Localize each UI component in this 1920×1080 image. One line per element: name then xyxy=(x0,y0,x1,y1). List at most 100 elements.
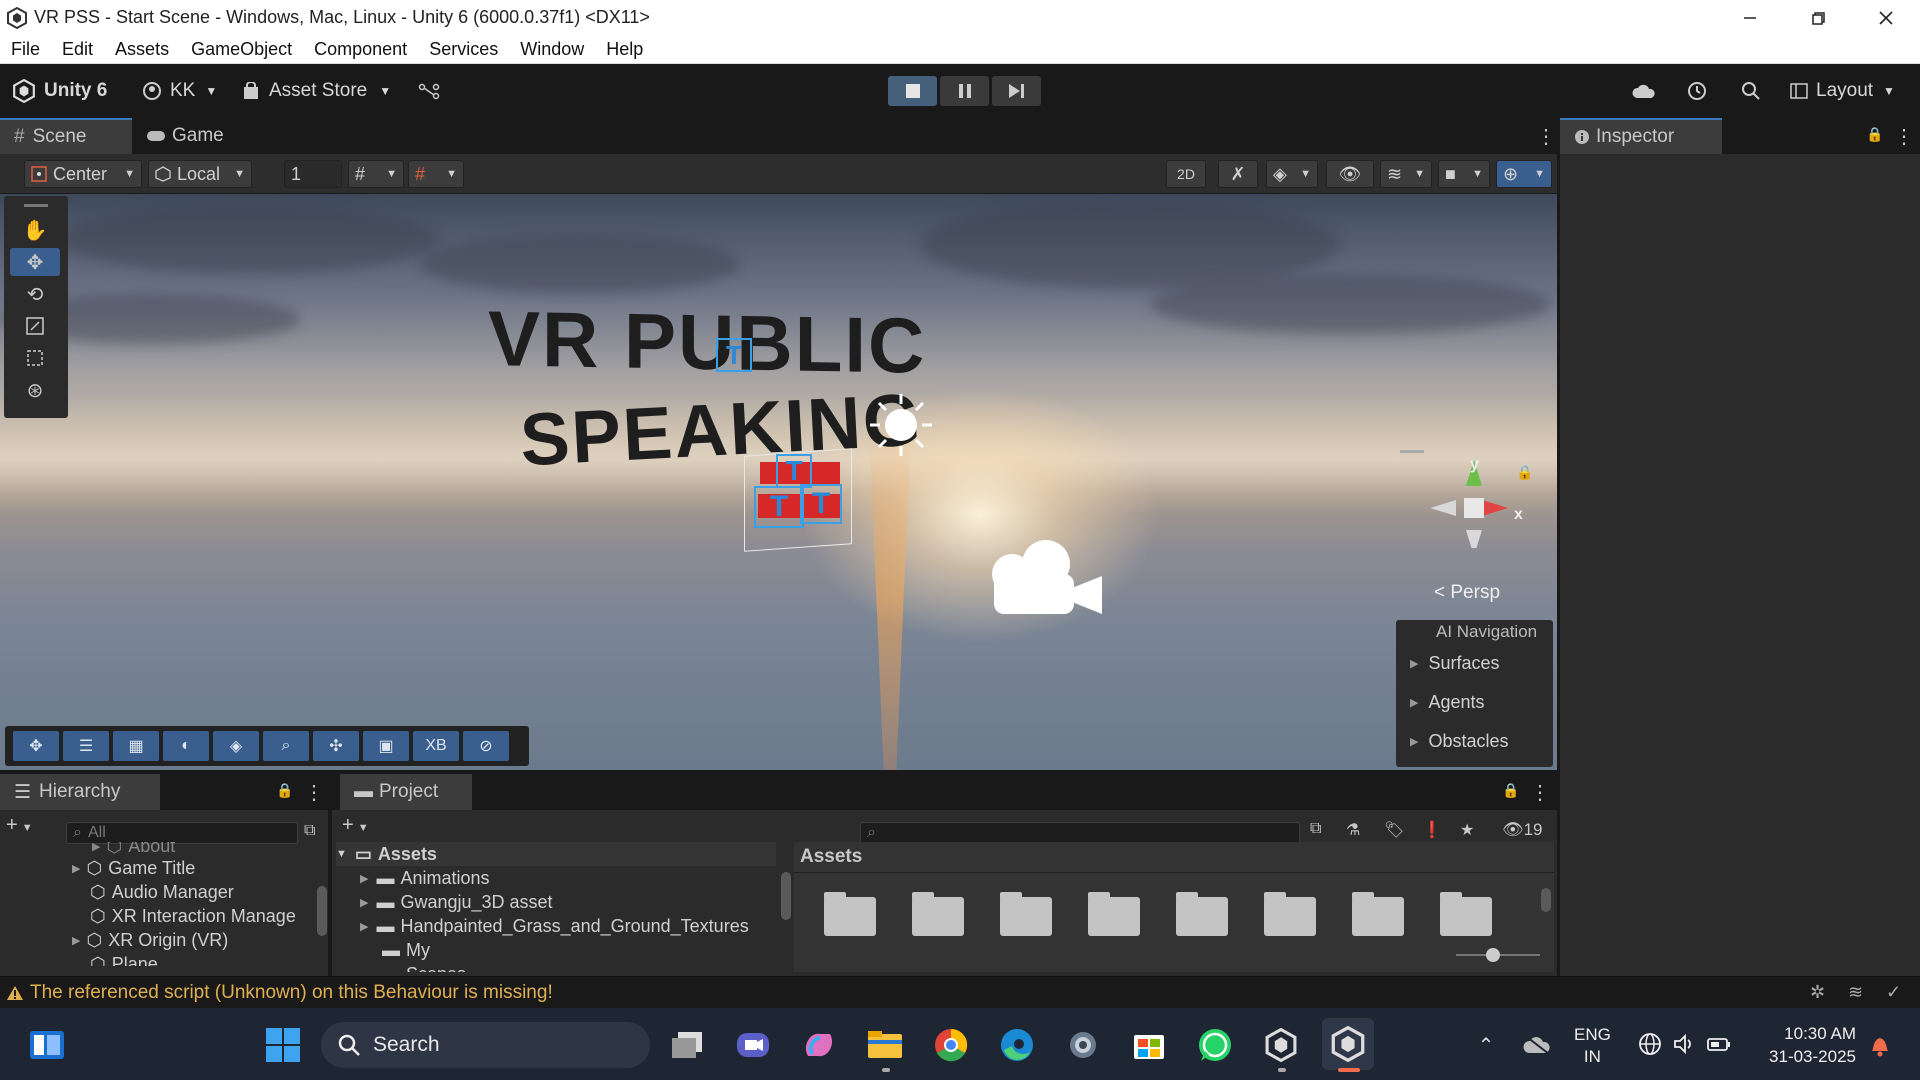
pivot-mode-dropdown[interactable]: Center ▼ xyxy=(24,160,142,188)
tab-inspector[interactable]: Inspector xyxy=(1560,118,1722,154)
overlay-camera-button[interactable]: ▣ xyxy=(363,731,409,761)
hierarchy-row-xr-origin[interactable]: ▶ ⬡ XR Origin (VR) xyxy=(72,928,228,952)
tree-row-assets[interactable]: ▼ ▭ Assets xyxy=(336,842,776,866)
kebab-menu-icon[interactable]: ⋮ xyxy=(304,780,324,805)
log-types-icon[interactable]: ❗ xyxy=(1422,820,1442,840)
cloud-button[interactable] xyxy=(1632,77,1656,105)
icon-size-slider[interactable] xyxy=(1456,948,1540,962)
scene-viewport[interactable]: VR PUBLIC SPEAKING T T T T y x 🔒 < Persp… xyxy=(0,194,1557,770)
rotate-tool-button[interactable]: ⟲ xyxy=(10,280,60,308)
2d-toggle[interactable]: 2D xyxy=(1166,160,1206,188)
favorite-star-icon[interactable]: ★ xyxy=(1460,820,1474,840)
hierarchy-row-xr-interaction-manager[interactable]: ⬡ XR Interaction Manage xyxy=(90,904,296,928)
pivot-rotation-dropdown[interactable]: Local ▼ xyxy=(148,160,252,188)
text-gizmo-icon[interactable]: T xyxy=(800,484,842,524)
filter-type-icon[interactable]: ⚗ xyxy=(1346,820,1360,840)
asset-folder-icon[interactable] xyxy=(1000,892,1052,936)
pause-button[interactable] xyxy=(940,76,989,106)
tab-hierarchy[interactable]: ☰ Hierarchy xyxy=(0,774,160,810)
scrollbar-thumb[interactable] xyxy=(781,872,791,920)
text-gizmo-icon[interactable]: T xyxy=(776,454,812,488)
scene-visibility-icon[interactable]: ⧉ xyxy=(304,822,315,840)
hidden-packages-toggle[interactable]: 👁19 xyxy=(1502,820,1543,840)
perspective-toggle[interactable]: < Persp xyxy=(1434,582,1500,604)
clock[interactable]: 10:30 AM 31-03-2025 xyxy=(1760,1022,1856,1068)
asset-folder-icon[interactable] xyxy=(912,892,964,936)
overlay-snap-button[interactable]: ✣ xyxy=(313,731,359,761)
overlay-xb-button[interactable]: XB xyxy=(413,731,459,761)
check-circle-icon[interactable]: ✓ xyxy=(1886,982,1901,1003)
hand-tool-button[interactable]: ✋ xyxy=(10,216,60,244)
overlay-drag-handle[interactable] xyxy=(24,204,48,207)
minimize-button[interactable] xyxy=(1716,0,1784,35)
overlay-grid-button[interactable]: ▦ xyxy=(113,731,159,761)
menu-edit[interactable]: Edit xyxy=(51,39,104,60)
version-control-button[interactable] xyxy=(418,77,440,105)
scene-title-line1[interactable]: VR PUBLIC xyxy=(488,293,926,392)
taskbar-app-edge[interactable] xyxy=(994,1022,1040,1068)
notifications-button[interactable] xyxy=(1860,1022,1900,1068)
tab-game[interactable]: Game xyxy=(132,118,238,154)
asset-folder-icon[interactable] xyxy=(1440,892,1492,936)
grid-scrollbar[interactable] xyxy=(1540,878,1552,942)
tree-row-my[interactable]: ▬ My xyxy=(382,938,430,962)
camera-settings-dropdown[interactable]: ■ ▼ xyxy=(1438,160,1490,188)
filter-label-icon[interactable]: 🏷 xyxy=(1384,820,1404,840)
overlay-sliders-button[interactable]: ☰ xyxy=(63,731,109,761)
asset-folder-icon[interactable] xyxy=(1264,892,1316,936)
create-asset-dropdown[interactable]: + ▼ xyxy=(342,814,369,837)
ai-nav-item-surfaces[interactable]: ▶ Surfaces xyxy=(1396,644,1553,683)
maximize-button[interactable] xyxy=(1784,0,1852,35)
lighting-toggle[interactable]: ✗ xyxy=(1218,160,1258,188)
taskbar-app-chrome[interactable] xyxy=(928,1022,974,1068)
rect-tool-button[interactable] xyxy=(10,344,60,372)
menu-window[interactable]: Window xyxy=(509,39,595,60)
menu-services[interactable]: Services xyxy=(418,39,509,60)
lock-icon[interactable]: 🔒 xyxy=(276,782,293,799)
hierarchy-scrollbar[interactable] xyxy=(316,842,328,972)
unity-version-button[interactable]: Unity 6 xyxy=(12,77,107,105)
show-hidden-icons-button[interactable]: ⌃ xyxy=(1468,1022,1504,1068)
status-bar[interactable]: The referenced script (Unknown) on this … xyxy=(0,976,1920,1008)
text-gizmo-icon[interactable]: T xyxy=(754,486,804,528)
slider-thumb[interactable] xyxy=(1486,948,1500,962)
lock-icon[interactable]: 🔒 xyxy=(1502,782,1519,799)
scrollbar-thumb[interactable] xyxy=(317,886,327,936)
visibility-toggle[interactable]: 👁 xyxy=(1326,160,1374,188)
hierarchy-row-plane[interactable]: ⬡ Plane xyxy=(90,952,158,967)
snap-increment-dropdown[interactable]: # ▼ xyxy=(408,160,464,188)
kebab-menu-icon[interactable]: ⋮ xyxy=(1530,780,1550,805)
hierarchy-row-game-title[interactable]: ▶ ⬡ Game Title xyxy=(72,856,195,880)
menu-component[interactable]: Component xyxy=(303,39,418,60)
tree-row-animations[interactable]: ▶ ▬ Animations xyxy=(360,866,490,890)
camera-gizmo-icon[interactable] xyxy=(984,538,1104,624)
grid-snap-input[interactable]: 1 xyxy=(284,160,342,188)
overlay-move-button[interactable]: ✥ xyxy=(13,731,59,761)
taskbar-app-copilot[interactable] xyxy=(796,1022,842,1068)
history-button[interactable] xyxy=(1686,77,1708,105)
search-button[interactable] xyxy=(1740,77,1762,105)
orientation-gizmo[interactable] xyxy=(1398,438,1532,548)
gizmo-lock-icon[interactable]: 🔒 xyxy=(1516,464,1533,481)
create-dropdown[interactable]: + ▼ xyxy=(6,814,33,837)
menu-help[interactable]: Help xyxy=(595,39,654,60)
layout-dropdown[interactable]: Layout ▼ xyxy=(1790,77,1895,105)
gizmos-dropdown[interactable]: ⊕ ▼ xyxy=(1496,160,1552,188)
layers-dropdown[interactable]: ≋ ▼ xyxy=(1380,160,1432,188)
widgets-button[interactable] xyxy=(24,1022,70,1068)
menu-gameobject[interactable]: GameObject xyxy=(180,39,303,60)
overlay-navmesh-button[interactable]: ◈ xyxy=(213,731,259,761)
taskbar-app-whatsapp[interactable] xyxy=(1192,1022,1238,1068)
tree-scrollbar[interactable] xyxy=(780,842,792,972)
debug-icon[interactable]: ✲ xyxy=(1810,982,1825,1003)
hierarchy-row-audio-manager[interactable]: ⬡ Audio Manager xyxy=(90,880,234,904)
tree-row-gwangju[interactable]: ▶ ▬ Gwangju_3D asset xyxy=(360,890,553,914)
close-button[interactable] xyxy=(1852,0,1920,35)
move-tool-button[interactable]: ✥ xyxy=(10,248,60,276)
tree-row-handpainted[interactable]: ▶ ▬ Handpainted_Grass_and_Ground_Textures xyxy=(360,914,749,938)
menu-assets[interactable]: Assets xyxy=(104,39,180,60)
tab-project[interactable]: ▬ Project xyxy=(340,774,472,810)
start-button[interactable] xyxy=(260,1022,306,1068)
system-tray-quick-settings[interactable] xyxy=(1638,1032,1732,1056)
kebab-menu-icon[interactable]: ⋮ xyxy=(1894,124,1914,149)
